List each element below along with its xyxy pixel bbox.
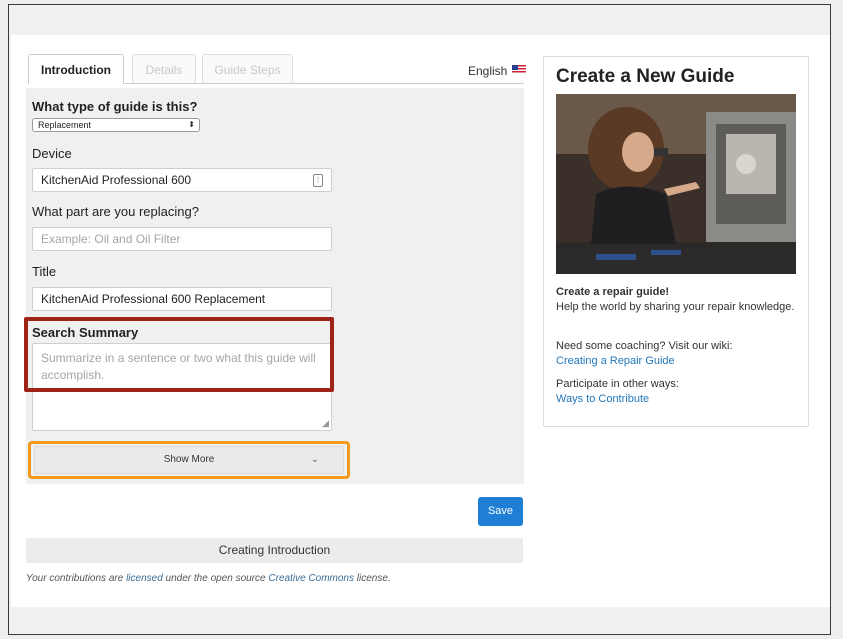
us-flag-icon — [512, 65, 527, 74]
search-summary-placeholder: Summarize in a sentence or two what this… — [41, 351, 316, 382]
status-bar: Creating Introduction — [26, 538, 523, 563]
device-value: KitchenAid Professional 600 — [41, 173, 192, 187]
guide-type-value: Replacement — [38, 120, 92, 130]
device-field[interactable]: KitchenAid Professional 600 ⋮ — [32, 168, 332, 192]
search-summary-label: Search Summary — [32, 325, 139, 340]
chevron-down-icon: ⌄ — [310, 454, 319, 465]
license-middle: under the open source — [162, 573, 269, 584]
repair-photo — [556, 94, 796, 274]
ways-to-contribute-link[interactable]: Ways to Contribute — [556, 392, 796, 407]
sidebar-participate: Participate in other ways: — [556, 378, 679, 390]
show-more-label: Show More — [163, 454, 215, 465]
part-label: What part are you replacing? — [32, 204, 199, 219]
title-label: Title — [32, 264, 57, 279]
field-list-icon[interactable]: ⋮ — [313, 174, 323, 187]
sidebar-coaching: Need some coaching? Visit our wiki: — [556, 340, 733, 352]
save-button[interactable]: Save — [478, 497, 523, 526]
show-more-button[interactable]: Show More ⌄ — [34, 446, 344, 474]
title-value: KitchenAid Professional 600 Replacement — [41, 292, 266, 306]
tab-details[interactable]: Details — [132, 54, 196, 84]
license-prefix: Your contributions are — [26, 573, 127, 584]
device-label: Device — [32, 146, 72, 161]
language-selector[interactable]: English — [468, 64, 527, 78]
sidebar-heading: Create a repair guide! — [556, 286, 670, 298]
license-suffix: license. — [354, 573, 391, 584]
part-placeholder: Example: Oil and Oil Filter — [41, 232, 181, 246]
select-arrows-icon: ⬍ — [188, 120, 195, 129]
tab-introduction[interactable]: Introduction — [28, 54, 124, 84]
tab-guide-steps[interactable]: Guide Steps — [202, 54, 293, 84]
language-label: English — [468, 64, 508, 78]
creative-commons-link[interactable]: Creative Commons — [268, 573, 354, 584]
sidebar-intro: Help the world by sharing your repair kn… — [556, 301, 795, 313]
guide-type-label: What type of guide is this? — [32, 99, 198, 114]
licensed-link[interactable]: licensed — [126, 573, 163, 584]
license-text: Your contributions are licensed under th… — [26, 573, 391, 584]
title-field[interactable]: KitchenAid Professional 600 Replacement — [32, 287, 332, 311]
guide-type-select[interactable]: Replacement ⬍ — [32, 118, 200, 132]
resize-handle-icon[interactable]: ◢ — [322, 419, 329, 428]
search-summary-field[interactable]: Summarize in a sentence or two what this… — [32, 343, 332, 431]
repair-photo-illustration — [556, 94, 796, 274]
creating-repair-guide-link[interactable]: Creating a Repair Guide — [556, 354, 796, 369]
part-field[interactable]: Example: Oil and Oil Filter — [32, 227, 332, 251]
sidebar-title: Create a New Guide — [556, 66, 735, 87]
